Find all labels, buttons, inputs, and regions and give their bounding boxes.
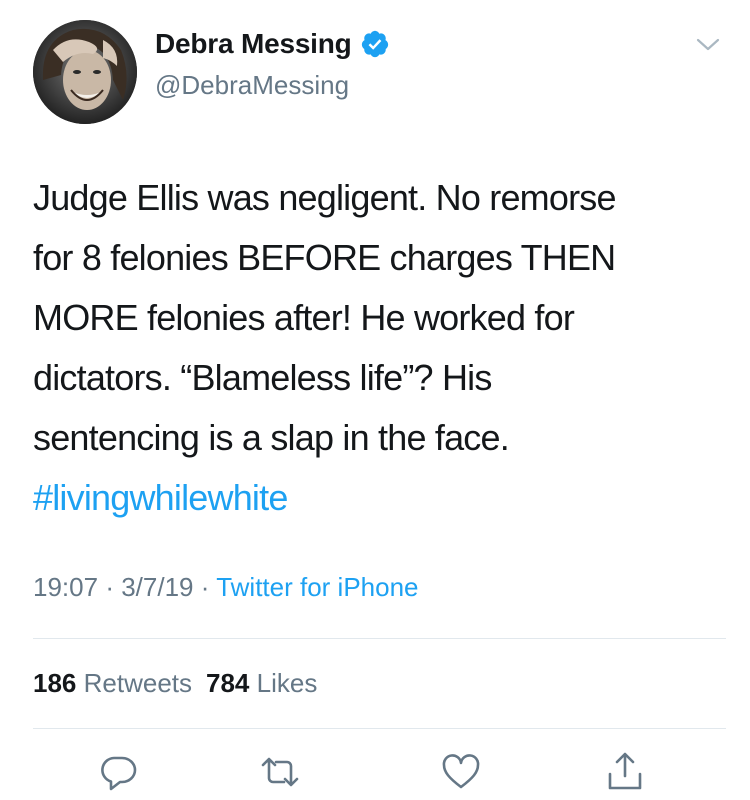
meta-separator: · (200, 572, 210, 602)
display-name-text: Debra Messing (155, 28, 352, 59)
tweet-line: MORE felonies after! He worked for (33, 297, 575, 338)
tweet-line: for 8 felonies BEFORE charges THEN (33, 237, 616, 278)
divider (33, 638, 726, 639)
divider (33, 728, 726, 729)
tweet-line: Judge Ellis was negligent. No remorse (33, 177, 617, 218)
reply-icon (101, 756, 137, 791)
share-button[interactable] (603, 750, 647, 794)
tweet-stats: 186 Retweets 784 Likes (33, 668, 317, 699)
like-button[interactable] (439, 750, 483, 794)
reply-button[interactable] (96, 750, 140, 794)
display-name[interactable]: Debra Messing (155, 28, 390, 60)
retweets-stat[interactable]: 186 Retweets (33, 668, 192, 698)
user-handle[interactable]: @DebraMessing (155, 70, 349, 101)
tweet-text: Judge Ellis was negligent. No remorse fo… (33, 168, 723, 528)
hashtag-link[interactable]: #livingwhilewhite (33, 468, 723, 528)
retweet-button[interactable] (258, 750, 302, 794)
tweet-source-link[interactable]: Twitter for iPhone (216, 572, 418, 602)
retweets-label: Retweets (83, 668, 193, 698)
retweets-count: 186 (33, 668, 77, 698)
chevron-down-icon[interactable] (695, 36, 721, 54)
tweet-meta: 19:07 · 3/7/19 · Twitter for iPhone (33, 572, 419, 603)
likes-label: Likes (256, 668, 318, 698)
like-icon (442, 754, 480, 789)
meta-separator: · (105, 572, 114, 602)
profile-photo (33, 20, 137, 124)
tweet-time: 19:07 (33, 572, 99, 602)
avatar[interactable] (33, 20, 137, 124)
tweet-line: sentencing is a slap in the face. (33, 417, 510, 458)
tweet-date: 3/7/19 (121, 572, 194, 602)
retweet-icon (261, 757, 299, 787)
likes-count: 784 (206, 668, 250, 698)
likes-stat[interactable]: 784 Likes (206, 668, 317, 698)
share-icon (608, 752, 642, 790)
tweet-line: dictators. “Blameless life”? His (33, 357, 492, 398)
verified-badge-icon (361, 30, 388, 58)
